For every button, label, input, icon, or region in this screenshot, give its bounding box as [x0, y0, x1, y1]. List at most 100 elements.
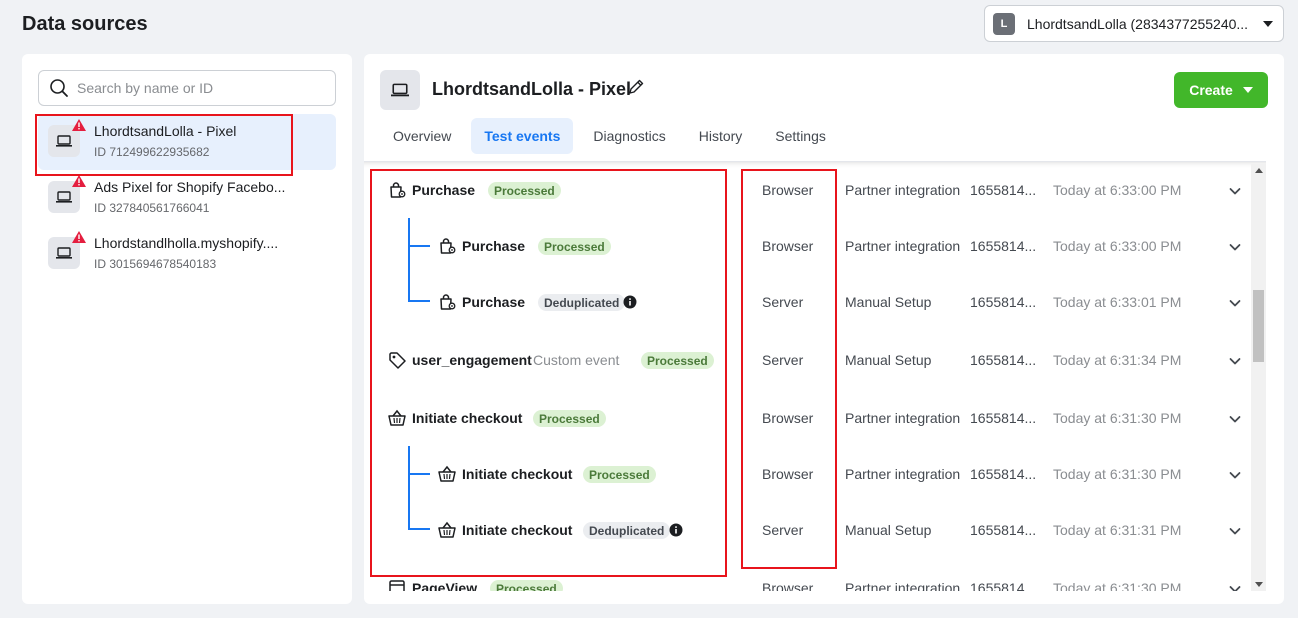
create-button-label: Create — [1189, 82, 1233, 98]
event-type: Browser — [762, 238, 814, 254]
event-time: Today at 6:33:00 PM — [1053, 238, 1182, 254]
event-row[interactable]: Initiate checkout Deduplicated Server Ma… — [364, 502, 1266, 558]
event-type: Server — [762, 352, 804, 368]
custom-event-label: Custom event — [533, 352, 620, 368]
source-item-2[interactable]: Lhordstandlholla.myshopify.... ID 301569… — [38, 226, 336, 282]
shopping-bag-icon — [440, 294, 456, 310]
event-name: Initiate checkout — [462, 466, 573, 482]
event-name: Initiate checkout — [462, 522, 573, 538]
chevron-down-icon[interactable] — [1228, 296, 1242, 310]
source-id: ID 712499622935682 — [94, 145, 210, 159]
search-input[interactable] — [77, 80, 317, 96]
event-time: Today at 6:33:00 PM — [1053, 182, 1182, 198]
event-type: Browser — [762, 580, 814, 591]
event-id: 1655814... — [970, 352, 1037, 368]
chevron-down-icon[interactable] — [1228, 582, 1242, 591]
status-badge: Processed — [583, 466, 656, 483]
event-row[interactable]: Initiate checkout Processed Browser Part… — [364, 446, 1266, 502]
status-badge: Processed — [488, 182, 561, 199]
event-row[interactable]: Purchase Processed Browser Partner integ… — [364, 162, 1266, 218]
data-sources-panel: LhordtsandLolla - Pixel ID 7124996229356… — [22, 54, 352, 604]
basket-icon — [388, 409, 406, 426]
shopping-bag-icon — [390, 182, 406, 198]
info-icon[interactable] — [669, 523, 683, 537]
event-setup: Manual Setup — [845, 352, 932, 368]
laptop-icon — [48, 119, 86, 157]
event-name: Purchase — [462, 294, 526, 310]
event-time: Today at 6:31:30 PM — [1053, 466, 1182, 482]
event-setup: Partner integration — [845, 466, 961, 482]
search-icon — [50, 79, 68, 97]
chevron-down-icon[interactable] — [1228, 354, 1242, 368]
tab-bar: Overview Test events Diagnostics History… — [380, 118, 846, 154]
event-setup: Partner integration — [845, 238, 961, 254]
chevron-down-icon[interactable] — [1228, 240, 1242, 254]
event-setup: Partner integration — [845, 182, 961, 198]
tab-overview[interactable]: Overview — [380, 118, 464, 154]
event-row[interactable]: Purchase Processed Browser Partner integ… — [364, 218, 1266, 274]
event-type: Browser — [762, 410, 814, 426]
event-row[interactable]: Initiate checkout Processed Browser Part… — [364, 390, 1266, 446]
status-badge: Processed — [490, 580, 563, 591]
status-badge: Processed — [533, 410, 606, 427]
event-name: Initiate checkout — [412, 410, 523, 426]
chevron-down-icon[interactable] — [1228, 184, 1242, 198]
event-name: Purchase — [412, 182, 476, 198]
status-badge: Processed — [538, 238, 611, 255]
account-label: LhordtsandLolla (2834377255240... — [1027, 15, 1249, 32]
source-id: ID 327840561766041 — [94, 201, 210, 215]
info-icon[interactable] — [623, 295, 637, 309]
search-box[interactable] — [38, 70, 336, 106]
chevron-down-icon[interactable] — [1228, 412, 1242, 426]
event-setup: Manual Setup — [845, 522, 932, 538]
scroll-up-arrow-icon[interactable] — [1255, 168, 1263, 173]
event-time: Today at 6:31:31 PM — [1053, 522, 1182, 538]
source-item-1[interactable]: Ads Pixel for Shopify Facebo... ID 32784… — [38, 170, 336, 226]
event-row[interactable]: Purchase Deduplicated Server Manual Setu… — [364, 274, 1266, 330]
page-title: Data sources — [22, 13, 148, 35]
laptop-icon — [48, 175, 86, 213]
pixel-detail-panel: LhordtsandLolla - Pixel Create Overview … — [364, 54, 1284, 604]
event-id: 1655814... — [970, 294, 1037, 310]
source-item-0[interactable]: LhordtsandLolla - Pixel ID 7124996229356… — [38, 114, 336, 170]
scroll-down-arrow-icon[interactable] — [1255, 582, 1263, 587]
event-time: Today at 6:31:34 PM — [1053, 352, 1182, 368]
event-type: Browser — [762, 182, 814, 198]
event-time: Today at 6:31:30 PM — [1053, 580, 1182, 591]
tab-test-events[interactable]: Test events — [471, 118, 574, 154]
event-setup: Partner integration — [845, 580, 961, 591]
account-selector[interactable]: L LhordtsandLolla (2834377255240... — [984, 5, 1284, 42]
source-name: Lhordstandlholla.myshopify.... — [94, 235, 279, 251]
event-id: 1655814... — [970, 580, 1037, 591]
scrollbar-thumb[interactable] — [1253, 290, 1264, 362]
event-id: 1655814... — [970, 410, 1037, 426]
tag-icon — [389, 352, 406, 369]
tab-history[interactable]: History — [686, 118, 756, 154]
chevron-down-icon[interactable] — [1228, 524, 1242, 538]
create-button[interactable]: Create — [1174, 72, 1268, 108]
basket-icon — [438, 521, 456, 538]
tab-diagnostics[interactable]: Diagnostics — [580, 118, 678, 154]
event-row[interactable]: user_engagement Custom event Processed S… — [364, 332, 1266, 388]
event-setup: Manual Setup — [845, 294, 932, 310]
chevron-down-icon[interactable] — [1228, 468, 1242, 482]
event-name: user_engagement — [412, 352, 532, 368]
status-badge: Processed — [641, 352, 714, 369]
laptop-icon — [48, 231, 86, 269]
event-type: Server — [762, 522, 804, 538]
status-badge: Deduplicated — [583, 522, 671, 539]
event-name: Purchase — [462, 238, 526, 254]
pencil-icon[interactable] — [627, 78, 645, 96]
caret-down-icon — [1263, 20, 1273, 27]
tab-settings[interactable]: Settings — [762, 118, 839, 154]
scrollbar[interactable] — [1251, 164, 1266, 591]
source-name: LhordtsandLolla - Pixel — [94, 123, 237, 139]
event-time: Today at 6:33:01 PM — [1053, 294, 1182, 310]
basket-icon — [438, 465, 456, 482]
event-type: Browser — [762, 466, 814, 482]
warning-icon — [72, 175, 86, 187]
event-row[interactable]: PageView Processed Browser Partner integ… — [364, 560, 1266, 591]
event-id: 1655814... — [970, 522, 1037, 538]
event-name: PageView — [412, 580, 478, 591]
event-setup: Partner integration — [845, 410, 961, 426]
